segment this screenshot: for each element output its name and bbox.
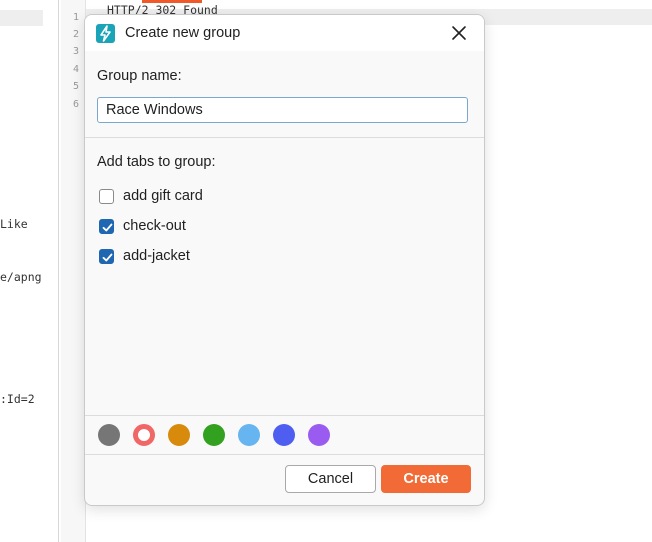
left-fragment: e/apng bbox=[0, 270, 42, 284]
color-swatch-green[interactable] bbox=[203, 424, 225, 446]
create-button[interactable]: Create bbox=[381, 465, 471, 493]
color-swatch-blue[interactable] bbox=[273, 424, 295, 446]
lightning-app-icon bbox=[96, 24, 115, 43]
tab-option-label: add-jacket bbox=[123, 248, 190, 264]
checkbox-unchecked[interactable] bbox=[99, 188, 114, 204]
left-fragment: Like bbox=[0, 217, 28, 231]
dialog-title: Create new group bbox=[125, 25, 241, 41]
create-group-dialog: Create new group Group name: Add tabs to… bbox=[84, 14, 485, 506]
color-swatch-red[interactable] bbox=[133, 424, 155, 446]
checkbox-checked[interactable] bbox=[99, 218, 114, 234]
group-name-input[interactable] bbox=[97, 97, 468, 123]
tab-option-label: add gift card bbox=[123, 188, 203, 204]
group-name-section bbox=[85, 51, 484, 138]
line-number-gutter: 1 2 3 4 5 6 bbox=[61, 0, 86, 542]
left-fragment: :Id=2 bbox=[0, 392, 35, 406]
tab-option-label: check-out bbox=[123, 218, 186, 234]
line-number: 4 bbox=[72, 64, 79, 75]
line-number: 2 bbox=[72, 29, 79, 40]
left-panel: Like e/apng :Id=2 bbox=[0, 0, 59, 542]
dialog-titlebar: Create new group bbox=[85, 15, 484, 51]
line-number: 1 bbox=[72, 12, 79, 23]
line-number: 5 bbox=[72, 81, 79, 92]
tabs-label: Add tabs to group: bbox=[97, 154, 216, 170]
color-swatch-light-blue[interactable] bbox=[238, 424, 260, 446]
tab-option-add-gift-card[interactable]: add gift card bbox=[99, 186, 203, 206]
checkmark-icon bbox=[102, 253, 113, 261]
group-name-label: Group name: bbox=[97, 68, 182, 84]
color-swatch-purple[interactable] bbox=[308, 424, 330, 446]
color-picker bbox=[85, 415, 484, 455]
left-panel-highlight bbox=[0, 10, 43, 26]
color-swatch-gray[interactable] bbox=[98, 424, 120, 446]
line-number: 3 bbox=[72, 46, 79, 57]
color-swatch-orange[interactable] bbox=[168, 424, 190, 446]
line-number: 6 bbox=[72, 99, 79, 110]
checkmark-icon bbox=[102, 223, 113, 231]
close-icon[interactable] bbox=[448, 22, 470, 44]
tab-option-check-out[interactable]: check-out bbox=[99, 216, 186, 236]
checkbox-checked[interactable] bbox=[99, 248, 114, 264]
cancel-button[interactable]: Cancel bbox=[285, 465, 376, 493]
tab-option-add-jacket[interactable]: add-jacket bbox=[99, 246, 190, 266]
active-tab-indicator bbox=[142, 0, 202, 3]
